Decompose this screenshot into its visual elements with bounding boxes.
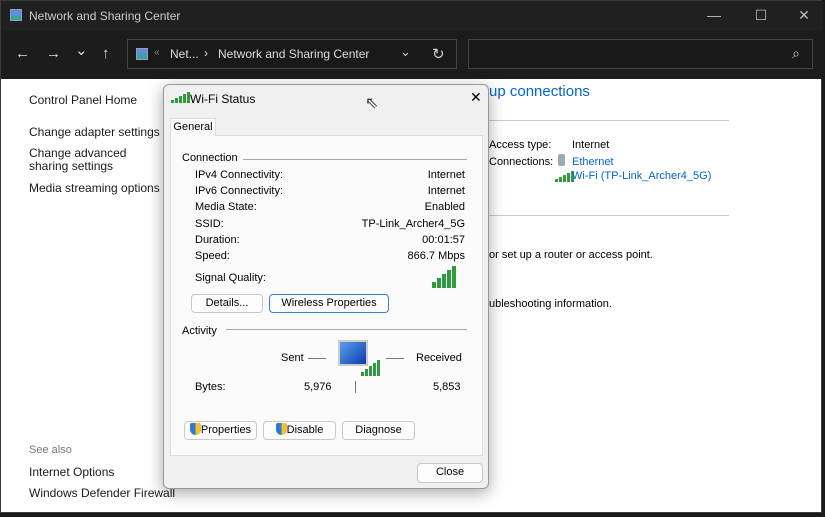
tab-general[interactable]: General — [170, 118, 216, 136]
diagnose-button[interactable]: Diagnose — [342, 421, 415, 440]
sent-label: Sent — [281, 352, 304, 364]
recent-locations-button[interactable]: ⌄ — [75, 41, 88, 59]
ssid-row: SSID: TP-Link_Archer4_5G — [195, 218, 465, 230]
sidebar-item-advanced-sharing[interactable]: Change advanced sharing settings — [29, 147, 159, 173]
sidebar-item-media-streaming[interactable]: Media streaming options — [29, 181, 160, 195]
row-label: Media State: — [195, 201, 257, 213]
row-label: IPv4 Connectivity: — [195, 169, 284, 181]
search-input[interactable]: ⌕ — [468, 39, 813, 69]
bytes-label: Bytes: — [195, 381, 226, 393]
row-value: 00:01:57 — [422, 234, 465, 246]
access-type-label: Access type: — [489, 139, 552, 151]
signal-quality-label: Signal Quality: — [195, 272, 266, 284]
connection-section-label: Connection — [182, 152, 238, 164]
ethernet-icon — [558, 154, 565, 166]
window-title: Network and Sharing Center — [29, 9, 181, 23]
uac-shield-icon — [275, 423, 287, 435]
breadcrumb-overflow[interactable]: « — [154, 47, 160, 58]
search-icon: ⌕ — [792, 45, 800, 61]
properties-button[interactable]: Properties — [184, 421, 257, 440]
media-state-row: Media State: Enabled — [195, 201, 465, 213]
row-value: Internet — [427, 169, 465, 181]
network-icon — [136, 48, 148, 60]
see-also-heading: See also — [29, 444, 72, 456]
disable-label: Disable — [286, 424, 324, 436]
activity-section-label: Activity — [182, 325, 217, 337]
received-label: Received — [416, 352, 462, 364]
breadcrumb-network[interactable]: Net... — [170, 47, 199, 61]
row-value: Enabled — [424, 201, 465, 213]
title-bar: Network and Sharing Center — ☐ ✕ — [1, 1, 823, 31]
sidebar-item-change-adapter[interactable]: Change adapter settings — [29, 125, 160, 139]
duration-row: Duration: 00:01:57 — [195, 234, 465, 246]
wireless-properties-button[interactable]: Wireless Properties — [269, 294, 389, 313]
access-type-value: Internet — [572, 139, 610, 151]
connections-label: Connections: — [489, 156, 554, 168]
signal-quality-bars — [432, 266, 456, 288]
row-value: 866.7 Mbps — [407, 250, 465, 262]
maximize-button[interactable]: ☐ — [746, 7, 776, 24]
wifi-link[interactable]: Wi-Fi (TP-Link_Archer4_5G) — [572, 170, 711, 182]
row-value: Internet — [427, 185, 465, 197]
address-bar[interactable]: « Net... › Network and Sharing Center ⌄ … — [127, 39, 457, 69]
router-text: or set up a router or access point. — [489, 249, 653, 261]
firewall-link[interactable]: Windows Defender Firewall — [29, 486, 175, 500]
ethernet-link[interactable]: Ethernet — [572, 156, 614, 168]
breadcrumb-current[interactable]: Network and Sharing Center — [218, 47, 369, 61]
internet-options-link[interactable]: Internet Options — [29, 465, 114, 479]
close-button[interactable]: ✕ — [789, 7, 819, 24]
row-value: TP-Link_Archer4_5G — [361, 218, 465, 230]
close-dialog-button[interactable]: Close — [417, 463, 483, 483]
wifi-status-dialog: Wi-Fi Status ✕ ⇖ General Connection IPv4… — [163, 84, 489, 489]
general-panel: Connection IPv4 Connectivity: Internet IP… — [170, 135, 483, 456]
activity-signal-icon — [361, 360, 380, 376]
up-button[interactable]: ↑ — [102, 45, 110, 62]
uac-shield-icon — [189, 423, 201, 435]
bytes-sent-value: 5,976 — [304, 381, 332, 393]
row-label: Duration: — [195, 234, 240, 246]
row-label: SSID: — [195, 218, 224, 230]
ipv6-row: IPv6 Connectivity: Internet — [195, 185, 465, 197]
ipv4-row: IPv4 Connectivity: Internet — [195, 169, 465, 181]
details-button[interactable]: Details... — [191, 294, 263, 313]
dialog-title: Wi-Fi Status — [190, 92, 256, 106]
address-dropdown-icon[interactable]: ⌄ — [400, 44, 411, 60]
dialog-close-icon[interactable]: ✕ — [470, 89, 482, 106]
minimize-button[interactable]: — — [699, 7, 729, 23]
properties-label: Properties — [200, 424, 252, 436]
disable-button[interactable]: Disable — [263, 421, 336, 440]
speed-row: Speed: 866.7 Mbps — [195, 250, 465, 262]
forward-button[interactable]: → — [46, 45, 61, 62]
network-icon — [10, 9, 22, 21]
bytes-received-value: 5,853 — [433, 381, 461, 393]
breadcrumb-chevron[interactable]: › — [204, 46, 208, 60]
mouse-cursor-icon: ⇖ — [365, 95, 379, 112]
back-button[interactable]: ← — [15, 45, 30, 62]
refresh-button[interactable]: ↻ — [432, 45, 445, 63]
wifi-signal-icon — [171, 92, 190, 103]
troubleshoot-text: ubleshooting information. — [489, 298, 612, 310]
page-heading: up connections — [489, 83, 590, 100]
row-label: IPv6 Connectivity: — [195, 185, 284, 197]
row-label: Speed: — [195, 250, 230, 262]
sidebar-item-control-panel-home[interactable]: Control Panel Home — [29, 93, 137, 107]
